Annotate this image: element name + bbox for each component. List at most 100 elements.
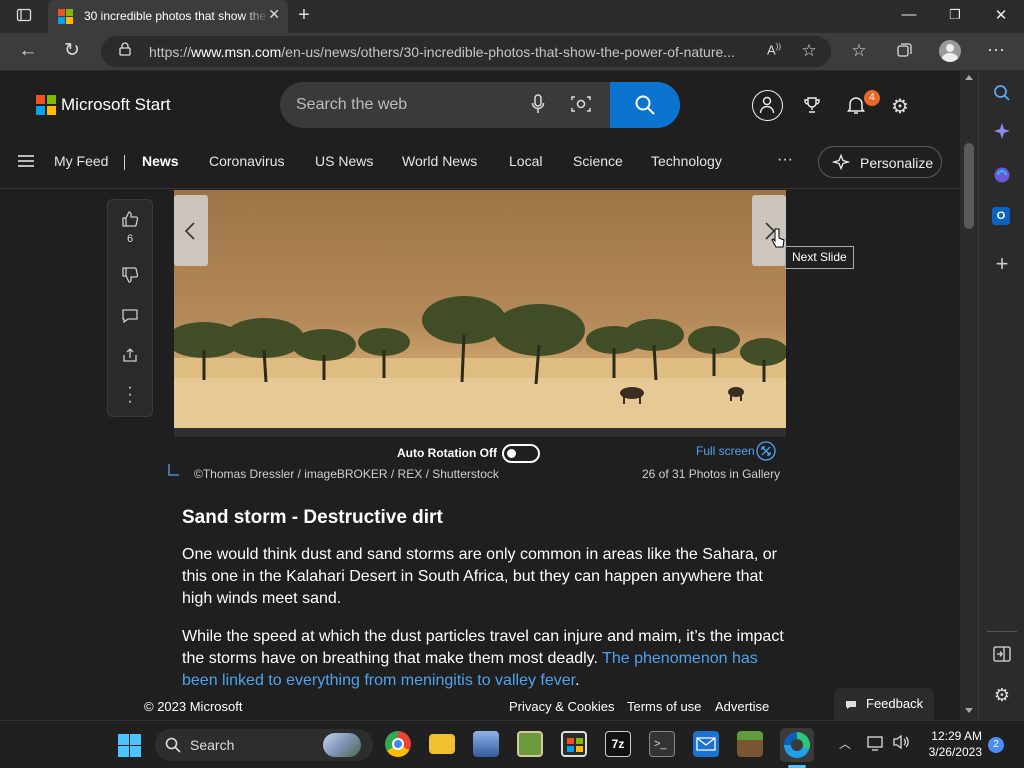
close-window-icon[interactable]: ✕ (986, 6, 1016, 24)
web-page: Microsoft Start Search the web 4 ⚙ My Fe… (0, 71, 960, 720)
brand-name[interactable]: Microsoft Start (61, 95, 171, 115)
scroll-up-icon[interactable] (965, 75, 973, 80)
7zip-icon[interactable]: 7z (605, 731, 631, 757)
scrollbar-thumb[interactable] (964, 143, 974, 229)
full-screen-icon (756, 441, 776, 461)
network-icon[interactable] (866, 735, 886, 756)
terms-link[interactable]: Terms of use (627, 699, 701, 714)
settings-more-icon[interactable]: ··· (985, 39, 1007, 60)
bing-chat-icon[interactable] (991, 122, 1013, 145)
personalize-label: Personalize (860, 155, 934, 171)
nav-more-icon[interactable]: ··· (777, 151, 793, 169)
lock-icon[interactable] (117, 42, 133, 61)
sidebar-divider (987, 631, 1017, 632)
auto-rotation-toggle[interactable] (502, 444, 540, 463)
mail-icon[interactable] (693, 731, 719, 757)
volume-icon[interactable] (891, 734, 911, 755)
microsoft-store-icon[interactable] (561, 731, 587, 757)
nav-us-news[interactable]: US News (315, 153, 373, 169)
edge-sidebar: O + ⚙ (978, 71, 1024, 720)
browser-tab[interactable]: 30 incredible photos that show the power… (48, 0, 288, 33)
page-scrollbar[interactable] (960, 71, 978, 720)
previous-slide-button[interactable] (174, 195, 208, 266)
advertise-link[interactable]: Advertise (715, 699, 769, 714)
privacy-link[interactable]: Privacy & Cookies (509, 699, 614, 714)
taskbar-search[interactable]: Search (155, 729, 373, 761)
slide-paragraph-2: While the speed at which the dust partic… (182, 626, 784, 692)
slide-headline: Sand storm - Destructive dirt (182, 507, 443, 528)
refresh-icon[interactable]: ↻ (60, 39, 84, 62)
minecraft-edu-icon[interactable] (517, 731, 543, 757)
gallery-photo[interactable] (174, 190, 786, 428)
feedback-button[interactable]: Feedback (834, 688, 934, 720)
like-count: 6 (126, 233, 134, 245)
hamburger-menu-icon[interactable] (16, 154, 36, 173)
hide-sidebar-icon[interactable] (991, 646, 1013, 667)
nav-science[interactable]: Science (573, 153, 623, 169)
microphone-icon[interactable] (528, 94, 548, 119)
site-header: Microsoft Start Search the web 4 ⚙ My Fe… (0, 71, 960, 189)
microsoft-logo[interactable] (36, 95, 56, 115)
slide-paragraph-1: One would think dust and sand storms are… (182, 546, 777, 607)
search-button[interactable] (610, 82, 680, 128)
profile-avatar[interactable] (939, 40, 961, 62)
sidebar-settings-icon[interactable]: ⚙ (991, 685, 1013, 706)
like-icon[interactable] (120, 210, 140, 233)
visual-search-icon[interactable] (570, 95, 592, 118)
chrome-icon[interactable] (385, 731, 411, 757)
comment-icon[interactable] (120, 307, 140, 330)
minecraft-icon[interactable] (737, 731, 763, 757)
photos-app-icon[interactable] (473, 731, 499, 757)
share-icon[interactable] (120, 346, 140, 369)
settings-gear-icon[interactable]: ⚙ (889, 94, 911, 119)
notification-center-badge[interactable]: 2 (988, 737, 1004, 753)
outlook-icon[interactable]: O (992, 207, 1010, 225)
file-explorer-icon[interactable] (429, 734, 455, 754)
taskbar-search-icon (165, 737, 181, 753)
full-screen-button[interactable]: Full screen (696, 441, 776, 461)
collections-icon[interactable] (893, 41, 915, 63)
nav-local[interactable]: Local (509, 153, 542, 169)
sidebar-search-icon[interactable] (991, 84, 1013, 107)
mouse-cursor-icon (771, 228, 785, 248)
msn-favicon (58, 9, 73, 24)
new-tab-icon[interactable]: + (294, 4, 314, 27)
nav-news[interactable]: News (142, 153, 179, 169)
nav-technology[interactable]: Technology (651, 153, 722, 169)
taskbar-search-label: Search (190, 737, 235, 753)
personalize-button[interactable]: Personalize (818, 146, 942, 178)
rewards-trophy-icon[interactable] (802, 96, 822, 119)
tab-actions-icon[interactable] (14, 7, 34, 27)
clock-time: 12:29 AM (931, 729, 982, 743)
url-prefix: https:// (149, 44, 192, 60)
add-sidebar-app-icon[interactable]: + (991, 251, 1013, 277)
photo-credit: ©Thomas Dressler / imageBROKER / REX / S… (194, 467, 499, 481)
dislike-icon[interactable] (120, 266, 140, 289)
caption-corner-icon (168, 464, 179, 476)
nav-coronavirus[interactable]: Coronavirus (209, 153, 284, 169)
more-options-icon[interactable]: · · · (120, 380, 140, 410)
nav-my-feed[interactable]: My Feed (54, 153, 108, 169)
system-clock[interactable]: 12:29 AM 3/26/2023 (920, 728, 982, 760)
address-bar[interactable]: https://www.msn.com/en-us/news/others/30… (101, 36, 831, 67)
back-icon[interactable]: ← (16, 40, 40, 62)
minimize-icon[interactable]: — (894, 6, 924, 23)
restore-icon[interactable]: ❐ (940, 7, 970, 23)
scroll-down-icon[interactable] (965, 708, 973, 713)
auto-rotation-label: Auto Rotation Off (397, 446, 497, 460)
favorites-icon[interactable]: ☆ (848, 41, 870, 61)
terminal-icon[interactable]: >_ (649, 731, 675, 757)
windows-start-icon[interactable] (118, 734, 141, 757)
edge-browser-icon[interactable] (780, 728, 814, 762)
account-icon[interactable] (752, 90, 783, 121)
web-search-box[interactable]: Search the web (280, 82, 680, 128)
close-tab-icon[interactable]: ✕ (268, 6, 280, 23)
sandstorm-landscape-image (174, 190, 786, 428)
show-hidden-icons-icon[interactable]: ︿ (836, 735, 854, 752)
read-aloud-icon[interactable]: A)) (765, 42, 783, 57)
nav-world-news[interactable]: World News (402, 153, 477, 169)
add-favorite-icon[interactable]: ☆ (799, 41, 819, 61)
tab-bar: 30 incredible photos that show the power… (0, 0, 1024, 33)
shopping-icon[interactable] (991, 166, 1013, 189)
url-text[interactable]: https://www.msn.com/en-us/news/others/30… (149, 44, 759, 60)
